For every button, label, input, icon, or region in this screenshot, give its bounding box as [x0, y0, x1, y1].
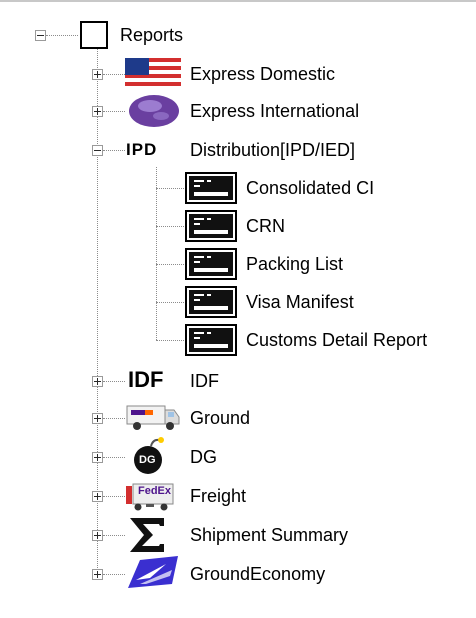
- tree-node-express-international[interactable]: Express International: [190, 100, 359, 122]
- tree-node-freight[interactable]: Freight: [190, 485, 246, 507]
- document-icon: [80, 21, 108, 49]
- report-icon: [185, 172, 237, 204]
- report-icon: [185, 324, 237, 356]
- tree-node-visa-manifest[interactable]: Visa Manifest: [246, 291, 354, 313]
- tree-node-shipment-summary[interactable]: Shipment Summary: [190, 524, 348, 546]
- tree-line-consolidated-ci: [156, 188, 184, 189]
- tree-node-reports[interactable]: Reports: [120, 24, 183, 46]
- tree-node-distribution[interactable]: Distribution[IPD/IED]: [190, 139, 355, 161]
- dg-bomb-label: DG: [139, 454, 156, 466]
- express-international-expand-toggle[interactable]: [92, 106, 103, 117]
- tree-line-ipd-children: [156, 167, 157, 340]
- tree-node-packing-list[interactable]: Packing List: [246, 253, 343, 275]
- tree-node-idf[interactable]: IDF: [190, 370, 219, 392]
- us-flag-icon: [125, 58, 181, 90]
- tree-line-groundeconomy: [103, 574, 125, 575]
- report-icon: [185, 248, 237, 280]
- tree-line-ground: [103, 418, 125, 419]
- tree-node-customs-detail-report[interactable]: Customs Detail Report: [246, 329, 427, 351]
- tree-node-dg[interactable]: DG: [190, 446, 217, 468]
- tree-node-consolidated-ci[interactable]: Consolidated CI: [246, 177, 374, 199]
- report-icon: [185, 286, 237, 318]
- tree-line-shipment-summary: [103, 535, 125, 536]
- fedex-freight-logo: FedEx: [138, 484, 171, 498]
- idf-expand-toggle[interactable]: [92, 376, 103, 387]
- ground-expand-toggle[interactable]: [92, 413, 103, 424]
- reports-tree-view[interactable]: Reports Express Domestic Express Interna…: [0, 0, 476, 618]
- express-domestic-expand-toggle[interactable]: [92, 69, 103, 80]
- tree-node-groundeconomy[interactable]: GroundEconomy: [190, 563, 325, 585]
- globe-icon: [129, 95, 179, 127]
- idf-logo-icon: IDF: [128, 367, 164, 392]
- tree-line-express-international: [103, 111, 125, 112]
- root-collapse-toggle[interactable]: [35, 30, 46, 41]
- shipment-summary-expand-toggle[interactable]: [92, 530, 103, 541]
- tree-line-root: [46, 35, 78, 36]
- tree-line-crn: [156, 226, 184, 227]
- report-icon: [185, 210, 237, 242]
- delivery-truck-icon: [126, 405, 180, 430]
- tree-line-freight: [103, 496, 125, 497]
- tree-line-dg: [103, 457, 125, 458]
- tree-node-ground[interactable]: Ground: [190, 407, 250, 429]
- tree-node-crn[interactable]: CRN: [246, 215, 285, 237]
- tree-line-idf: [103, 381, 125, 382]
- sigma-icon: [130, 518, 164, 552]
- tree-line-express-domestic: [103, 74, 125, 75]
- groundeconomy-expand-toggle[interactable]: [92, 569, 103, 580]
- ipd-logo-icon: IPD: [126, 140, 158, 159]
- freight-expand-toggle[interactable]: [92, 491, 103, 502]
- fedex-logo-text: FedEx: [138, 485, 172, 497]
- tree-line-visa-manifest: [156, 302, 184, 303]
- tree-node-express-domestic[interactable]: Express Domestic: [190, 63, 335, 85]
- distribution-collapse-toggle[interactable]: [92, 145, 103, 156]
- dg-expand-toggle[interactable]: [92, 452, 103, 463]
- usps-eagle-icon: [128, 556, 178, 588]
- tree-line-distribution: [103, 150, 125, 151]
- tree-line-customs-detail: [156, 340, 184, 341]
- tree-line-packing-list: [156, 264, 184, 265]
